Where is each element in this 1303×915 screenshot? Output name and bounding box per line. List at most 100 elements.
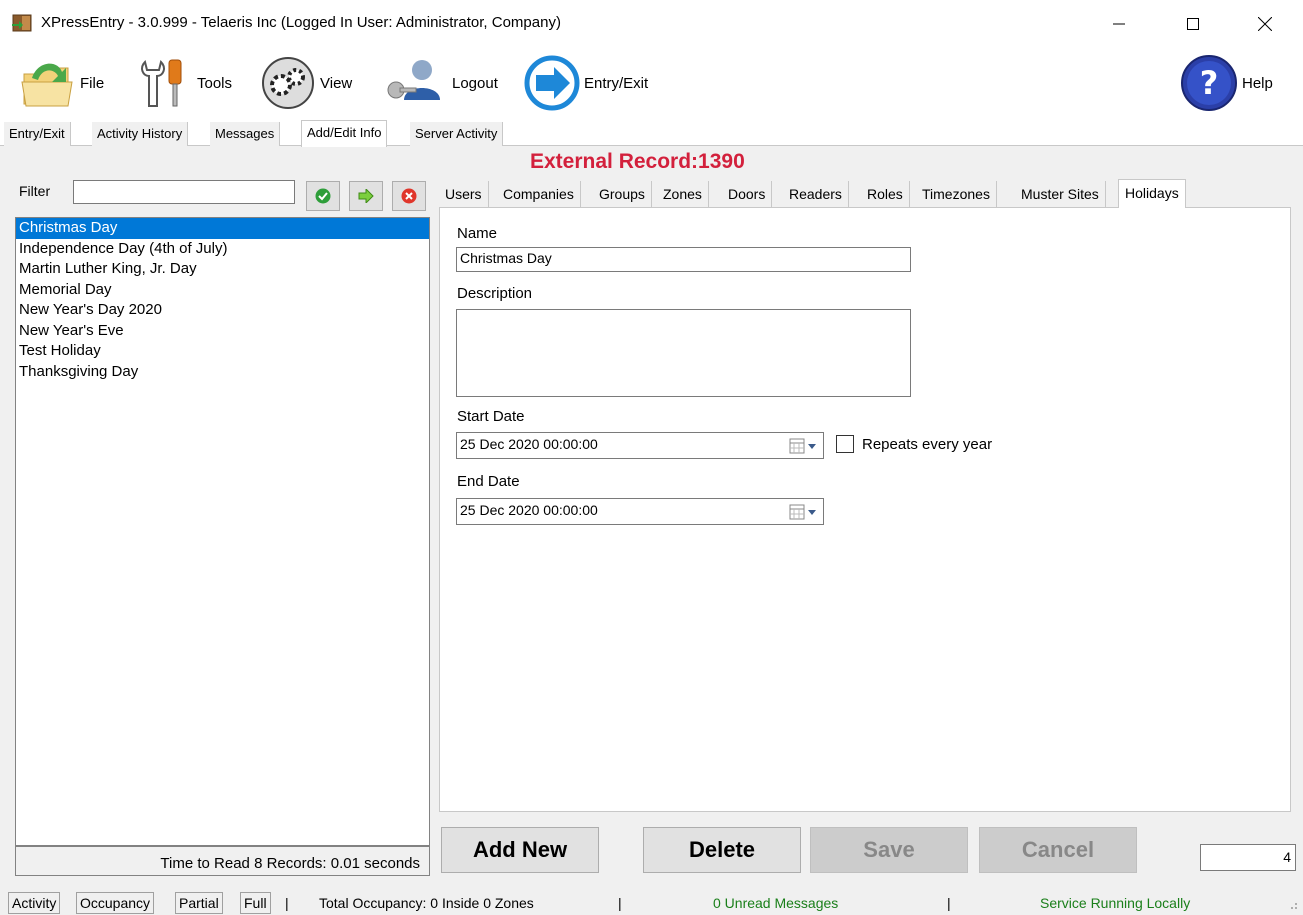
tab-messages[interactable]: Messages — [210, 122, 281, 146]
status-occupancy-button[interactable]: Occupancy — [76, 892, 155, 914]
file-menu-button[interactable]: File — [18, 52, 104, 114]
tab-companies[interactable]: Companies — [497, 181, 581, 207]
record-counter-field[interactable]: 4 — [1200, 844, 1296, 871]
status-separator: | — [947, 895, 951, 911]
status-partial-button[interactable]: Partial — [175, 892, 223, 914]
entry-exit-arrow-icon — [524, 55, 580, 111]
calendar-dropdown-icon[interactable] — [789, 437, 819, 455]
name-label: Name — [457, 225, 498, 242]
list-item[interactable]: Memorial Day — [16, 280, 429, 301]
clear-icon — [401, 188, 417, 204]
start-date-label: Start Date — [457, 408, 525, 425]
start-date-picker[interactable]: 25 Dec 2020 00:00:00 — [456, 432, 824, 459]
list-item[interactable]: Independence Day (4th of July) — [16, 239, 429, 260]
description-label: Description — [457, 285, 533, 302]
name-field[interactable]: Christmas Day — [456, 247, 911, 272]
app-window: XPressEntry - 3.0.999 - Telaeris Inc (Lo… — [0, 0, 1303, 915]
window-title: XPressEntry - 3.0.999 - Telaeris Inc (Lo… — [41, 14, 561, 31]
main-tab-bar: Entry/Exit Activity History Messages Add… — [0, 120, 1303, 147]
description-field[interactable] — [456, 309, 911, 397]
arrow-right-icon — [358, 189, 374, 203]
sub-tab-bar: Users Companies Groups Zones Doors Reade… — [439, 179, 1291, 208]
file-label: File — [80, 74, 105, 92]
status-separator: | — [618, 895, 622, 911]
check-icon — [315, 188, 331, 204]
minimize-button[interactable] — [1096, 0, 1142, 48]
next-filter-button[interactable] — [349, 181, 383, 211]
list-item[interactable]: Thanksgiving Day — [16, 362, 429, 383]
service-status-text: Service Running Locally — [1040, 895, 1191, 911]
view-label: View — [320, 74, 353, 92]
tab-timezones[interactable]: Timezones — [916, 181, 997, 207]
svg-text:?: ? — [1200, 64, 1219, 102]
tab-roles[interactable]: Roles — [861, 181, 910, 207]
repeats-checkbox[interactable] — [836, 435, 854, 453]
list-read-time: Time to Read 8 Records: 0.01 seconds — [15, 846, 430, 876]
calendar-icon — [789, 438, 816, 454]
tools-label: Tools — [197, 74, 233, 92]
entry-exit-label: Entry/Exit — [584, 74, 649, 92]
start-date-value: 25 Dec 2020 00:00:00 — [460, 436, 598, 452]
filter-input[interactable] — [73, 180, 295, 204]
tab-add-edit-info[interactable]: Add/Edit Info — [301, 120, 388, 147]
delete-button[interactable]: Delete — [643, 827, 801, 873]
end-date-picker[interactable]: 25 Dec 2020 00:00:00 — [456, 498, 824, 525]
holiday-form: Name Christmas Day Description Start Dat… — [439, 207, 1291, 812]
help-icon: ? — [1181, 55, 1237, 111]
close-button[interactable] — [1242, 0, 1288, 48]
calendar-dropdown-icon[interactable] — [789, 503, 819, 521]
title-bar: XPressEntry - 3.0.999 - Telaeris Inc (Lo… — [0, 0, 1303, 48]
tab-muster-sites[interactable]: Muster Sites — [1015, 181, 1106, 207]
holiday-list[interactable]: Christmas Day Independence Day (4th of J… — [15, 217, 430, 846]
unread-messages-text: 0 Unread Messages — [713, 895, 839, 911]
tools-icon — [141, 59, 182, 107]
app-icon — [12, 14, 32, 32]
minimize-icon — [1113, 23, 1125, 25]
calendar-icon — [789, 504, 816, 520]
end-date-value: 25 Dec 2020 00:00:00 — [460, 502, 598, 518]
tab-entry-exit[interactable]: Entry/Exit — [4, 122, 71, 146]
apply-filter-button[interactable] — [306, 181, 340, 211]
user-key-icon — [387, 60, 440, 100]
logout-label: Logout — [452, 74, 498, 92]
list-item[interactable]: New Year's Day 2020 — [16, 300, 429, 321]
help-label: Help — [1242, 74, 1273, 92]
maximize-icon — [1187, 18, 1199, 30]
repeats-label: Repeats every year — [862, 436, 993, 453]
list-item[interactable]: Christmas Day — [16, 218, 429, 239]
clear-filter-button[interactable] — [392, 181, 426, 211]
filter-label: Filter — [19, 183, 51, 199]
save-button[interactable]: Save — [810, 827, 968, 873]
tab-activity-history[interactable]: Activity History — [92, 122, 189, 146]
logout-button[interactable]: Logout — [382, 52, 498, 114]
resize-grip-icon[interactable] — [1286, 898, 1298, 910]
folder-icon — [21, 63, 73, 107]
status-activity-button[interactable]: Activity — [8, 892, 61, 914]
status-bar: Activity Occupancy Partial Full | Total … — [0, 892, 1303, 915]
close-icon — [1258, 17, 1272, 31]
external-record-heading: External Record:1390 — [530, 150, 745, 173]
status-separator: | — [285, 895, 289, 911]
list-item[interactable]: Martin Luther King, Jr. Day — [16, 259, 429, 280]
view-menu-button[interactable]: View — [260, 52, 352, 114]
list-item[interactable]: New Year's Eve — [16, 321, 429, 342]
status-full-button[interactable]: Full — [240, 892, 271, 914]
tab-holidays[interactable]: Holidays — [1118, 179, 1186, 208]
tab-readers[interactable]: Readers — [783, 181, 849, 207]
tab-doors[interactable]: Doors — [722, 181, 773, 207]
maximize-button[interactable] — [1170, 0, 1216, 48]
gears-icon — [262, 57, 314, 109]
list-item[interactable]: Test Holiday — [16, 341, 429, 362]
tools-menu-button[interactable]: Tools — [135, 52, 232, 114]
tab-users[interactable]: Users — [439, 181, 489, 207]
cancel-button[interactable]: Cancel — [979, 827, 1137, 873]
add-new-button[interactable]: Add New — [441, 827, 599, 873]
entry-exit-button[interactable]: Entry/Exit — [524, 52, 648, 114]
help-button[interactable]: ? Help — [1180, 52, 1273, 114]
tab-server-activity[interactable]: Server Activity — [410, 122, 504, 146]
tab-zones[interactable]: Zones — [657, 181, 709, 207]
end-date-label: End Date — [457, 473, 520, 490]
main-toolbar: File Tools View Logout Entry/Exit ? Help — [0, 48, 1303, 120]
total-occupancy-text: Total Occupancy: 0 Inside 0 Zones — [319, 895, 534, 911]
tab-groups[interactable]: Groups — [593, 181, 652, 207]
